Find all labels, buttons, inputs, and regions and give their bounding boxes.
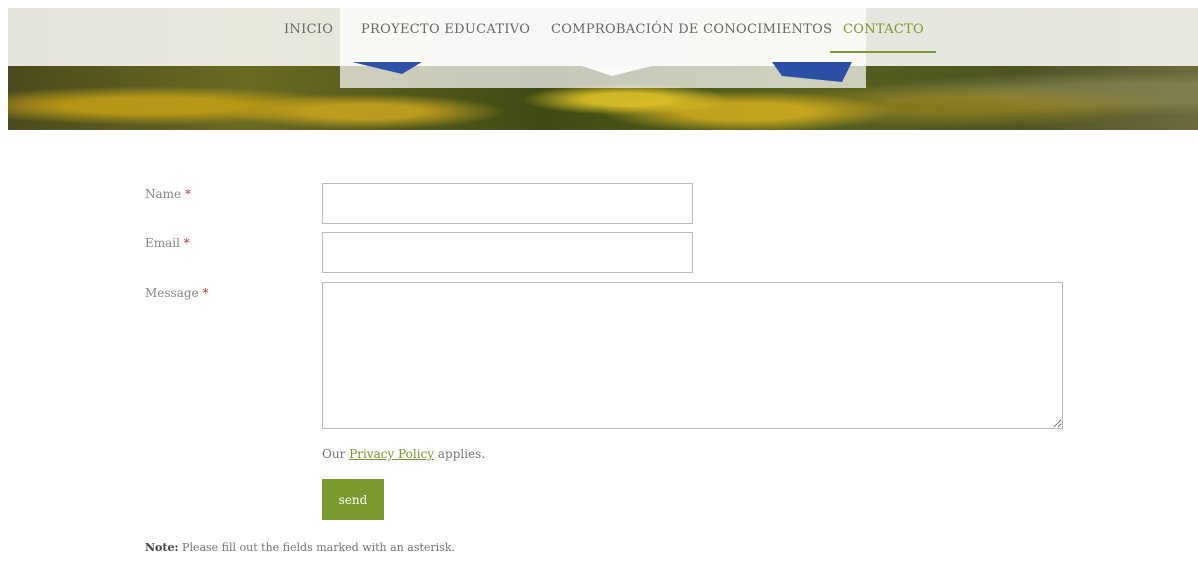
required-asterisk: *	[202, 286, 209, 300]
main-navigation: INICIO PROYECTO EDUCATIVO COMPROBACIÓN D…	[0, 8, 1198, 58]
logo-graphic	[352, 62, 852, 82]
email-label-text: Email	[145, 236, 180, 250]
active-nav-underline	[830, 51, 936, 53]
privacy-policy-link[interactable]: Privacy Policy	[349, 447, 434, 461]
nav-item-comprobacion-de-conocimientos[interactable]: COMPROBACIÓN DE CONOCIMIENTOS	[551, 22, 832, 37]
message-textarea[interactable]	[322, 282, 1063, 429]
name-label: Name *	[145, 187, 191, 201]
required-asterisk: *	[183, 236, 190, 250]
privacy-notice: Our Privacy Policy applies.	[322, 447, 485, 461]
name-input[interactable]	[322, 183, 693, 224]
email-label: Email *	[145, 236, 190, 250]
privacy-suffix: applies.	[437, 447, 486, 461]
privacy-prefix: Our	[322, 447, 346, 461]
nav-item-proyecto-educativo[interactable]: PROYECTO EDUCATIVO	[361, 22, 530, 37]
name-label-text: Name	[145, 187, 182, 201]
message-label-text: Message	[145, 286, 199, 300]
send-button[interactable]: send	[322, 479, 384, 520]
required-asterisk: *	[184, 187, 191, 201]
note-label: Note:	[145, 541, 179, 554]
nav-item-inicio[interactable]: INICIO	[284, 22, 333, 37]
nav-item-contacto[interactable]: CONTACTO	[843, 22, 924, 37]
form-note: Note: Please fill out the fields marked …	[145, 541, 455, 554]
email-input[interactable]	[322, 232, 693, 273]
note-text: Please fill out the fields marked with a…	[182, 541, 455, 554]
message-label: Message *	[145, 286, 208, 300]
